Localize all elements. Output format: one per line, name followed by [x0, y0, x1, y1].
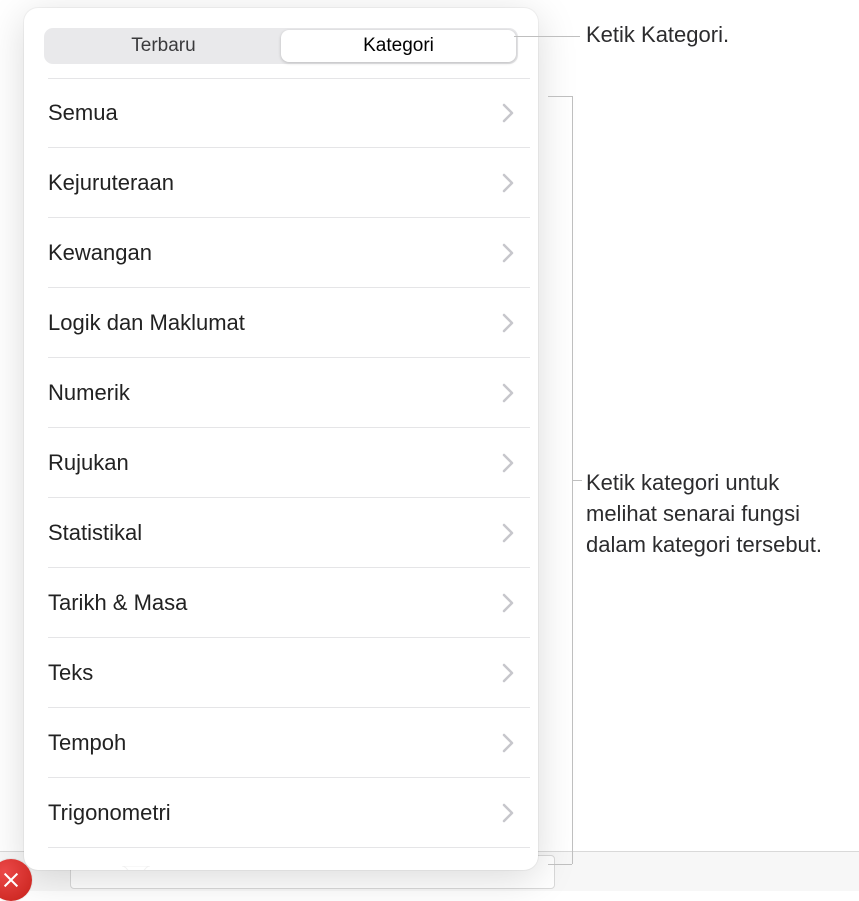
list-item-label: Semua — [48, 100, 118, 126]
list-item[interactable]: Trigonometri — [48, 778, 530, 848]
chevron-right-icon — [502, 593, 514, 613]
callout-tap-list: Ketik kategori untuk melihat senarai fun… — [586, 468, 846, 560]
list-item-label: Kewangan — [48, 240, 152, 266]
popover-tail — [122, 866, 150, 870]
callout-tap-category: Ketik Kategori. — [586, 20, 729, 51]
list-item-label: Statistikal — [48, 520, 142, 546]
tab-category[interactable]: Kategori — [281, 30, 516, 62]
list-item[interactable]: Teks — [48, 638, 530, 708]
chevron-right-icon — [502, 803, 514, 823]
list-item-label: Tarikh & Masa — [48, 590, 187, 616]
callout-text: Ketik kategori untuk melihat senarai fun… — [586, 470, 822, 557]
list-item[interactable]: Tarikh & Masa — [48, 568, 530, 638]
segmented-control: Terbaru Kategori — [44, 28, 518, 64]
chevron-right-icon — [502, 523, 514, 543]
callout-text: Ketik Kategori. — [586, 22, 729, 47]
list-item[interactable]: Kejuruteraan — [48, 148, 530, 218]
list-item-label: Teks — [48, 660, 93, 686]
callout-leader — [572, 480, 582, 481]
list-item[interactable]: Logik dan Maklumat — [48, 288, 530, 358]
callout-leader — [514, 36, 580, 37]
tab-recent[interactable]: Terbaru — [46, 30, 281, 62]
chevron-right-icon — [502, 383, 514, 403]
chevron-right-icon — [502, 173, 514, 193]
list-item-label: Numerik — [48, 380, 130, 406]
list-item[interactable]: Kewangan — [48, 218, 530, 288]
list-item[interactable]: Statistikal — [48, 498, 530, 568]
list-item[interactable]: Numerik — [48, 358, 530, 428]
callout-leader — [548, 864, 572, 865]
list-item[interactable]: Rujukan — [48, 428, 530, 498]
chevron-right-icon — [502, 733, 514, 753]
chevron-right-icon — [502, 243, 514, 263]
list-item-label: Tempoh — [48, 730, 126, 756]
list-item-label: Logik dan Maklumat — [48, 310, 245, 336]
chevron-right-icon — [502, 103, 514, 123]
chevron-right-icon — [502, 663, 514, 683]
category-list: Semua Kejuruteraan Kewangan Logik dan Ma… — [24, 78, 538, 870]
chevron-right-icon — [502, 313, 514, 333]
list-item[interactable]: Semua — [48, 78, 530, 148]
tab-recent-label: Terbaru — [131, 35, 195, 57]
callout-leader — [548, 96, 572, 97]
list-item[interactable]: Tempoh — [48, 708, 530, 778]
tab-category-label: Kategori — [363, 35, 434, 57]
list-item-label: Trigonometri — [48, 800, 171, 826]
list-item-label: Kejuruteraan — [48, 170, 174, 196]
list-item-label: Rujukan — [48, 450, 129, 476]
functions-popover: Terbaru Kategori Semua Kejuruteraan Kewa… — [24, 8, 538, 870]
chevron-right-icon — [502, 453, 514, 473]
